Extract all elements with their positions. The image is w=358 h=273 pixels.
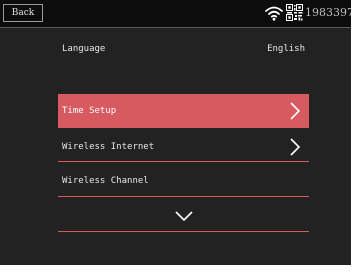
device-id: 19833976869 — [305, 6, 351, 19]
top-bar: Back 19833976869 — [0, 0, 351, 28]
menu-item-label: Wireless Internet — [62, 141, 155, 152]
chevron-right-icon — [290, 137, 301, 156]
menu-item-label: Wireless Channel — [62, 176, 149, 186]
back-button-label: Back — [11, 8, 35, 18]
qr-code-icon[interactable] — [286, 4, 303, 21]
menu-item-language[interactable]: Language English — [58, 36, 309, 62]
wifi-icon — [265, 6, 283, 21]
language-value: English — [267, 44, 305, 54]
menu-item-wireless-internet[interactable]: Wireless Internet — [58, 132, 309, 162]
menu-item-wireless-channel[interactable]: Wireless Channel — [58, 166, 309, 197]
back-button[interactable]: Back — [3, 4, 43, 22]
menu-item-time-setup[interactable]: Time Setup — [58, 94, 309, 128]
chevron-down-icon — [174, 210, 193, 221]
menu-item-label: Time Setup — [62, 106, 117, 116]
chevron-right-icon — [290, 102, 301, 120]
settings-screen: Back 19833976869 — [0, 0, 351, 265]
scroll-down-button[interactable] — [58, 200, 309, 232]
menu-item-label: Language — [62, 44, 106, 54]
